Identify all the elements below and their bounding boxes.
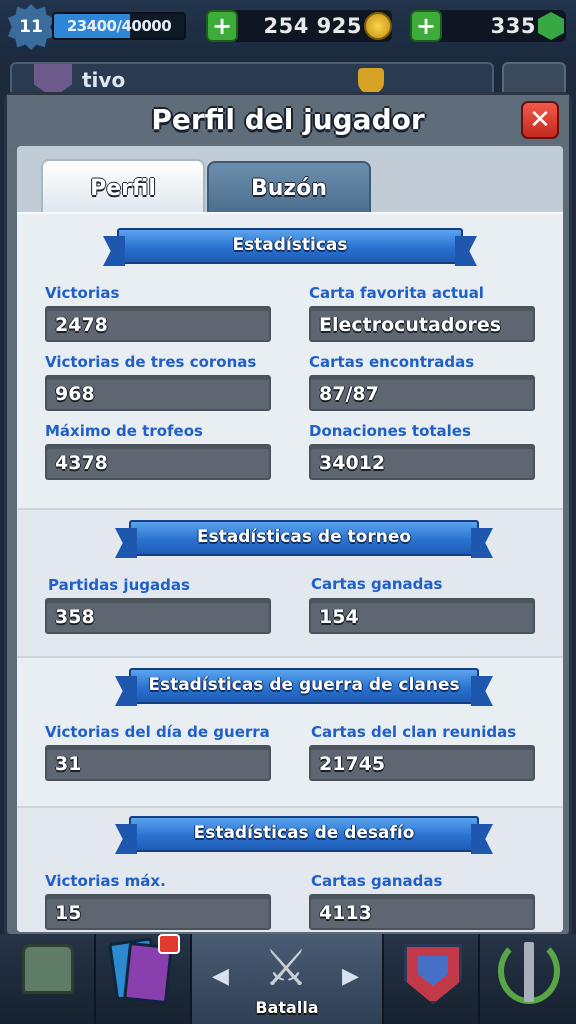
stat-label: Cartas del clan reunidas [311, 723, 517, 741]
stat-label: Partidas jugadas [48, 576, 190, 594]
gold-value: 254 925 [263, 14, 362, 38]
section-banner-stats: Estadísticas [117, 228, 463, 264]
section-banner-tournament: Estadísticas de torneo [129, 520, 479, 556]
top-hud: 11 23400/40000 + 254 925 + 335 [0, 0, 576, 58]
section-banner-clan-war: Estadísticas de guerra de clanes [129, 668, 479, 704]
bottom-nav: ◀ ⚔ ▶ Batalla [0, 934, 576, 1024]
player-banner: tivo [10, 62, 494, 98]
stat-label: Donaciones totales [309, 422, 471, 440]
stat-label: Victorias del día de guerra [45, 723, 270, 741]
level-number: 11 [19, 17, 43, 37]
stat-value-box: 968 [45, 375, 271, 411]
tournament-section: Estadísticas de torneo Partidas jugadas … [17, 510, 563, 656]
gem-icon [538, 12, 564, 40]
gem-counter: + 335 [410, 10, 566, 42]
arrow-right-icon: ▶ [342, 964, 359, 989]
nav-battle[interactable]: ◀ ⚔ ▶ Batalla [192, 934, 384, 1024]
gold-coin-icon [364, 12, 392, 40]
section-banner-challenge: Estadísticas de desafío [129, 816, 479, 852]
stat-label: Cartas ganadas [311, 872, 443, 890]
stat-value-box: 31 [45, 745, 271, 781]
crossed-swords-icon: ⚔ [263, 939, 309, 997]
add-gold-button[interactable]: + [206, 10, 238, 42]
stat-value-box: Electrocutadores [309, 306, 535, 342]
stat-value-box: 2478 [45, 306, 271, 342]
modal-title: Perfil del jugador [151, 103, 425, 136]
arrow-left-icon: ◀ [212, 964, 229, 989]
close-icon: ✕ [529, 105, 551, 135]
modal-header: Perfil del jugador ✕ [7, 95, 569, 149]
xp-bar: 23400/40000 [52, 12, 186, 40]
xp-text: 23400/40000 [66, 17, 172, 35]
gold-counter: + 254 925 [206, 10, 392, 42]
stat-value-box: 21745 [309, 745, 535, 781]
stat-label: Cartas ganadas [311, 575, 443, 593]
nav-battle-label: Batalla [255, 998, 319, 1017]
trophy-icon [358, 68, 384, 94]
stat-label: Victorias máx. [45, 872, 166, 890]
plus-icon: + [211, 12, 233, 40]
stat-value-box: 4113 [309, 894, 535, 930]
stat-value-box: 358 [45, 598, 271, 634]
player-profile-modal: Perfil del jugador ✕ Perfil Buzón Estadí… [4, 92, 572, 938]
nav-cards[interactable] [96, 934, 192, 1024]
profile-content: Estadísticas Victorias 2478 Carta favori… [17, 212, 563, 932]
settings-button[interactable] [502, 62, 566, 96]
shop-chest-icon [22, 944, 74, 994]
modal-body: Perfil Buzón Estadísticas Victorias 2478… [17, 146, 563, 932]
stat-value-box: 15 [45, 894, 271, 930]
sword-icon [524, 942, 534, 1002]
nav-tournaments[interactable] [480, 934, 576, 1024]
stat-label: Victorias [45, 284, 120, 302]
notification-badge-icon [158, 934, 180, 954]
nav-shop[interactable] [0, 934, 96, 1024]
stat-value-box: 87/87 [309, 375, 535, 411]
plus-icon: + [415, 12, 437, 40]
stat-label: Victorias de tres coronas [45, 353, 257, 371]
stat-value-box: 4378 [45, 444, 271, 480]
gem-value: 335 [490, 14, 536, 38]
player-name: tivo [82, 68, 126, 92]
stat-value-box: 34012 [309, 444, 535, 480]
stat-label: Carta favorita actual [309, 284, 484, 302]
add-gems-button[interactable]: + [410, 10, 442, 42]
stat-value-box: 154 [309, 598, 535, 634]
close-button[interactable]: ✕ [521, 101, 559, 139]
clan-war-section: Estadísticas de guerra de clanes Victori… [17, 658, 563, 806]
level-badge: 11 [8, 4, 54, 50]
tab-perfil[interactable]: Perfil [41, 159, 205, 213]
stat-label: Máximo de trofeos [45, 422, 203, 440]
tab-buzon[interactable]: Buzón [207, 161, 371, 213]
stats-section: Estadísticas Victorias 2478 Carta favori… [17, 214, 563, 508]
nav-clan[interactable] [384, 934, 480, 1024]
stat-label: Cartas encontradas [309, 353, 475, 371]
challenge-section: Estadísticas de desafío Victorias máx. 1… [17, 808, 563, 932]
